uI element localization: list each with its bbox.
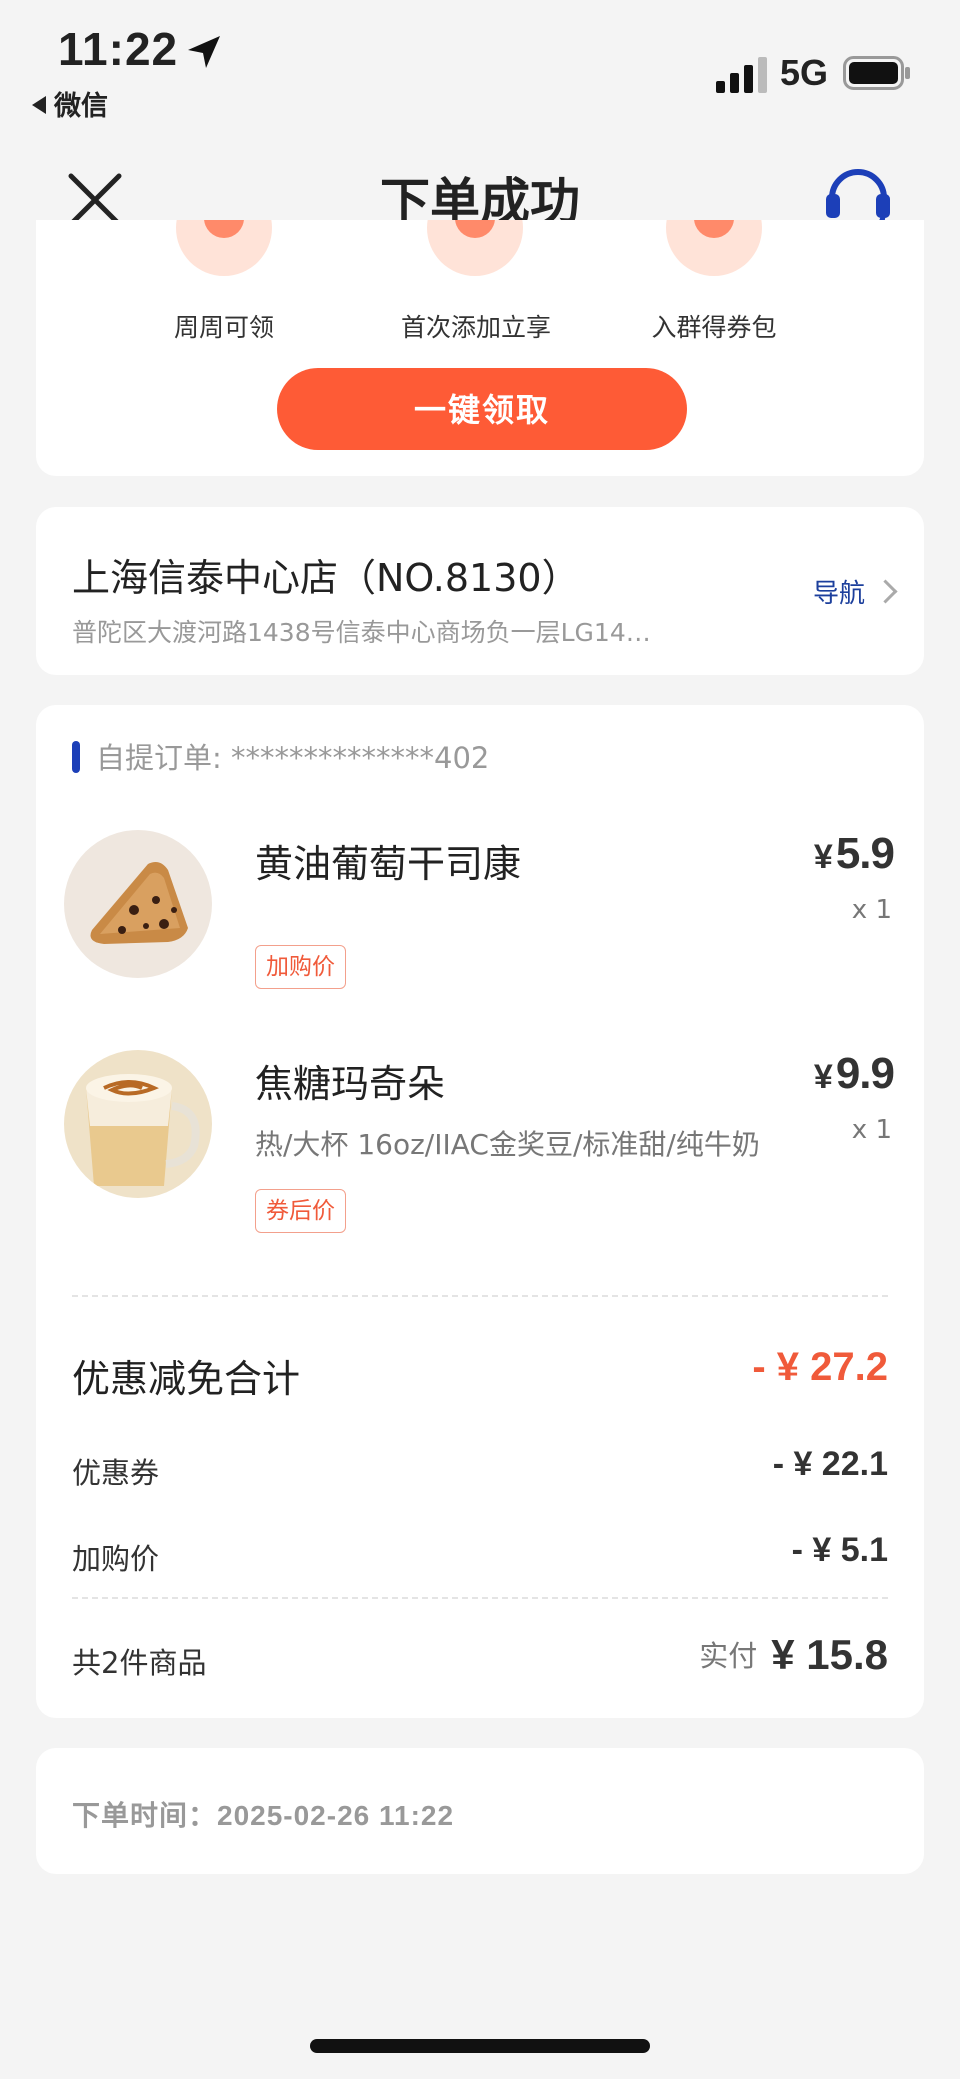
add-friend-icon bbox=[427, 220, 523, 286]
coupon-value: - ¥ 22.1 bbox=[772, 1445, 888, 1483]
chevron-right-icon bbox=[873, 579, 898, 604]
caramel-macchiato-image bbox=[64, 1050, 212, 1198]
addon-value: - ¥ 5.1 bbox=[791, 1531, 888, 1569]
price-tag: 加购价 bbox=[255, 945, 346, 989]
back-to-app[interactable]: 微信 bbox=[32, 84, 108, 123]
discount-total-label: 优惠减免合计 bbox=[72, 1357, 301, 1401]
back-triangle-icon bbox=[32, 95, 46, 114]
order-time: 下单时间：2025-02-26 11:22 bbox=[72, 1800, 455, 1831]
perk-label: 入群得券包 bbox=[651, 313, 777, 342]
item-quantity: x 1 bbox=[851, 1115, 892, 1145]
item-name: 焦糖玛奇朵 bbox=[255, 1062, 446, 1106]
item-count: 共2件商品 bbox=[72, 1646, 207, 1680]
store-address: 普陀区大渡河路1438号信泰中心商场负一层LG14… bbox=[72, 618, 651, 647]
claim-all-button[interactable]: 一键领取 bbox=[277, 368, 687, 450]
item-quantity: x 1 bbox=[851, 895, 892, 925]
scone-image bbox=[64, 830, 212, 978]
navigate-label: 导航 bbox=[812, 579, 865, 609]
store-name: 上海信泰中心店（NO.8130） bbox=[72, 556, 580, 600]
order-time-card: 下单时间：2025-02-26 11:22 bbox=[36, 1748, 924, 1874]
status-time: 11:22 bbox=[58, 23, 179, 75]
coupon-label: 优惠券 bbox=[72, 1456, 160, 1490]
accent-bar bbox=[72, 741, 80, 773]
price-tag: 券后价 bbox=[255, 1189, 346, 1233]
promo-card: 周周可领 首次添加立享 入群得券包 一键领取 bbox=[36, 220, 924, 476]
item-name: 黄油葡萄干司康 bbox=[255, 842, 522, 886]
network-type: 5G bbox=[780, 52, 829, 93]
paid-label: 实付 bbox=[699, 1639, 758, 1673]
perk-label: 首次添加立享 bbox=[400, 313, 551, 342]
gift-icon bbox=[666, 220, 762, 286]
home-indicator[interactable] bbox=[310, 2039, 650, 2053]
store-card[interactable]: 上海信泰中心店（NO.8130） 普陀区大渡河路1438号信泰中心商场负一层LG… bbox=[36, 507, 924, 675]
item-price: ¥5.9 bbox=[813, 829, 895, 878]
divider bbox=[72, 1597, 888, 1599]
back-app-label: 微信 bbox=[54, 91, 108, 122]
discount-total-value: - ¥ 27.2 bbox=[752, 1345, 888, 1389]
order-number: 自提订单: **************402 bbox=[72, 735, 489, 777]
battery-icon bbox=[843, 56, 910, 90]
paid-value: ¥ 15.8 bbox=[771, 1631, 888, 1678]
perk-label: 周周可领 bbox=[173, 313, 274, 342]
cellular-signal-icon bbox=[716, 57, 767, 93]
coupon-icon bbox=[176, 220, 272, 286]
location-arrow-icon bbox=[188, 36, 220, 68]
divider bbox=[72, 1295, 888, 1297]
navigate-button[interactable]: 导航 bbox=[812, 573, 898, 610]
item-spec: 热/大杯 16oz/IIAC金奖豆/标准甜/纯牛奶 bbox=[255, 1128, 760, 1161]
order-card: 自提订单: **************402 黄油葡萄干司康 加购价 ¥5.9… bbox=[36, 705, 924, 1718]
status-bar: 11:22 微信 5G bbox=[0, 0, 960, 140]
item-price: ¥9.9 bbox=[813, 1049, 895, 1098]
order-number-text: 自提订单: **************402 bbox=[96, 741, 490, 775]
paid-amount: 实付 ¥ 15.8 bbox=[699, 1631, 888, 1679]
addon-label: 加购价 bbox=[72, 1542, 160, 1576]
